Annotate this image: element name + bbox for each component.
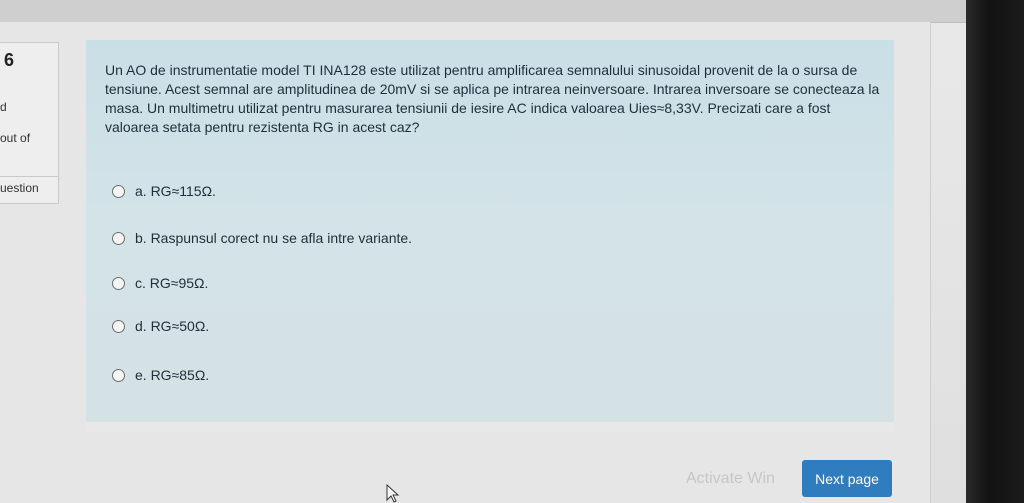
- question-number: 6: [4, 50, 15, 70]
- next-page-button[interactable]: Next page: [802, 460, 892, 497]
- question-bottom-band: [86, 422, 894, 432]
- answer-label: b. Raspunsul corect nu se afla intre var…: [135, 230, 413, 246]
- radio-button-icon[interactable]: [112, 184, 125, 198]
- question-status-fragment: d: [0, 100, 7, 114]
- browser-top-strip: [0, 0, 966, 23]
- answer-label: a. RG≈115Ω.: [135, 183, 216, 199]
- answer-option-e[interactable]: e. RG≈85Ω.: [112, 365, 209, 385]
- question-marks-fragment: out of: [0, 131, 31, 145]
- activation-watermark: Activate Win: [686, 470, 775, 487]
- radio-button-icon[interactable]: [112, 231, 125, 245]
- radio-button-icon[interactable]: [112, 368, 125, 382]
- mouse-cursor-icon: [386, 484, 400, 503]
- answer-label: e. RG≈85Ω.: [135, 367, 210, 383]
- answer-label: d. RG≈50Ω.: [135, 318, 210, 334]
- answer-option-d[interactable]: d. RG≈50Ω.: [112, 316, 209, 336]
- flag-question-label[interactable]: uestion: [0, 181, 39, 195]
- answer-option-a[interactable]: a. RG≈115Ω.: [112, 181, 216, 201]
- radio-button-icon[interactable]: [112, 276, 125, 290]
- answer-label: c. RG≈95Ω.: [135, 275, 209, 291]
- radio-button-icon[interactable]: [112, 319, 125, 333]
- answer-option-c[interactable]: c. RG≈95Ω.: [112, 273, 208, 293]
- answer-option-b[interactable]: b. Raspunsul corect nu se afla intre var…: [112, 228, 412, 248]
- question-text: Un AO de instrumentatie model TI INA128 …: [105, 62, 880, 135]
- monitor-bezel: [966, 0, 1024, 503]
